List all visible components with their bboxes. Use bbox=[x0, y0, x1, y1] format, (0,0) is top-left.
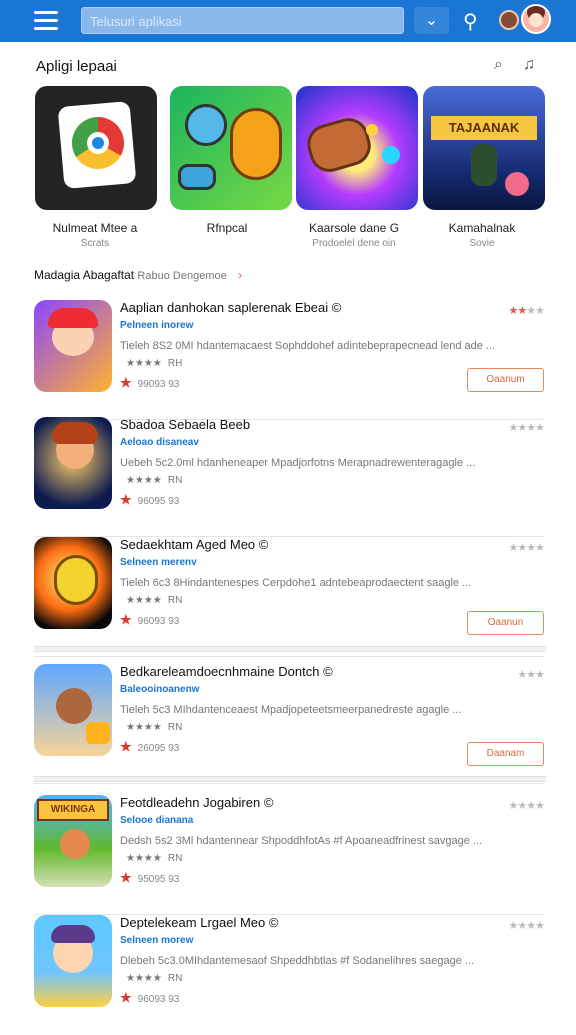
app-developer[interactable]: Selneen merenv bbox=[120, 557, 197, 568]
featured-name-1: Nulmeat Mtee a bbox=[52, 221, 138, 235]
app-developer[interactable]: Baleooinoanenw bbox=[120, 684, 199, 695]
top-app-bar: Telusuri aplikasi ⌄ ⚲ bbox=[0, 0, 576, 42]
install-button[interactable]: Oaanun bbox=[467, 611, 544, 635]
install-button[interactable]: Oaanum bbox=[467, 368, 544, 392]
app-title: Bedkareleamdoecnhmaine Dontch © bbox=[120, 664, 333, 679]
small-avatar[interactable] bbox=[499, 10, 519, 30]
app-title: Aaplian danhokan saplerenak Ebeai © bbox=[120, 300, 342, 315]
app-row-3[interactable]: Sedaekhtam Aged Meo © Selneen merenv Tie… bbox=[34, 537, 545, 657]
featured-sub-4: Sovie bbox=[469, 238, 495, 249]
app-description: Dedsh 5s2 3Ml hdantennear ShpoddhfotAs #… bbox=[120, 835, 483, 847]
small-rating: ★★★ bbox=[517, 669, 545, 681]
small-rating: ★★★★ bbox=[508, 920, 545, 932]
featured-sub-1: Scrats bbox=[80, 238, 110, 249]
app-row-2[interactable]: Sbadoa Sebaela Beeb Aeloao disaneav Uebe… bbox=[34, 417, 545, 537]
app-icon bbox=[34, 417, 112, 509]
section-subtitle: Rabuo Dengemoe bbox=[137, 270, 227, 282]
app-title: Feotdleadehn Jogabiren © bbox=[120, 795, 274, 810]
app-row-1[interactable]: Aaplian danhokan saplerenak Ebeai © Peln… bbox=[34, 300, 545, 420]
app-description: Uebeh 5c2.0ml hdanheneaper Mpadjorfotns … bbox=[120, 457, 476, 469]
featured-sub-3: Prodoelel dene oin bbox=[312, 238, 396, 249]
section-header: Madagia Abagaftat Rabuo Dengemoe › bbox=[34, 268, 242, 282]
app-rating: ★★★★ RN bbox=[126, 475, 183, 486]
app-count: ★ 99093 93 bbox=[120, 375, 180, 390]
app-developer[interactable]: Aeloao disaneav bbox=[120, 437, 199, 448]
menu-icon[interactable] bbox=[34, 11, 58, 31]
section-arrow-icon[interactable]: › bbox=[238, 268, 242, 282]
featured-name-4: Kamahalnak bbox=[448, 221, 516, 235]
filter-icon[interactable]: ⚲ bbox=[463, 9, 478, 34]
featured-app-adventure[interactable]: TAJAANAK bbox=[423, 86, 545, 210]
app-count: ★ 96093 93 bbox=[120, 990, 180, 1005]
app-rating: ★★★★ RN bbox=[126, 722, 183, 733]
section-separator bbox=[34, 776, 546, 782]
app-icon bbox=[34, 300, 112, 392]
search-input[interactable]: Telusuri aplikasi bbox=[81, 7, 404, 34]
small-rating: ★★★★ bbox=[508, 800, 545, 812]
app-rating: ★★★★ RN bbox=[126, 595, 183, 606]
notification-icon[interactable]: ♫ bbox=[523, 56, 535, 74]
app-title: Deptelekeam Lrgael Meo © bbox=[120, 915, 279, 930]
app-title: Sbadoa Sebaela Beeb bbox=[120, 417, 251, 432]
featured-name-3: Kaarsole dane G bbox=[308, 221, 400, 235]
app-row-6[interactable]: Deptelekeam Lrgael Meo © Selneen morew D… bbox=[34, 915, 545, 1035]
app-rating: ★★★★ RN bbox=[126, 853, 183, 864]
install-button[interactable]: Daanam bbox=[467, 742, 544, 766]
app-row-5[interactable]: WIKINGA Feotdleadehn Jogabiren © Selooe … bbox=[34, 795, 545, 915]
search-icon[interactable]: ⌕ bbox=[494, 56, 503, 74]
page-title: Apligi lepaai bbox=[36, 58, 117, 75]
app-icon bbox=[34, 664, 112, 756]
featured-name-2: Rfnpcal bbox=[206, 221, 248, 235]
app-developer[interactable]: Selneen morew bbox=[120, 935, 193, 946]
app-rating: ★★★★ RH bbox=[126, 358, 183, 369]
app-icon: WIKINGA bbox=[34, 795, 112, 887]
app-description: Dlebeh 5c3.0MIhdantemesaof Shpeddhbtlas … bbox=[120, 955, 475, 967]
app-description: Tieleh 6c3 8Hindantenespes Cerpdohe1 adn… bbox=[120, 577, 472, 589]
app-title: Sedaekhtam Aged Meo © bbox=[120, 537, 269, 552]
app-description: Tieleh 5c3 MIhdantenceaest Mpadjopeteets… bbox=[120, 704, 462, 716]
section-title: Madagia Abagaftat bbox=[34, 268, 135, 282]
small-rating: ★★★★ bbox=[508, 542, 545, 554]
app-developer[interactable]: Pelneen inorew bbox=[120, 320, 193, 331]
profile-avatar[interactable] bbox=[521, 4, 551, 34]
featured-app-game-1[interactable] bbox=[170, 86, 292, 210]
app-row-4[interactable]: Bedkareleamdoecnhmaine Dontch © Baleooin… bbox=[34, 664, 545, 784]
featured-app-chrome[interactable] bbox=[35, 86, 157, 210]
app-count: ★ 96093 93 bbox=[120, 612, 180, 627]
app-icon bbox=[34, 915, 112, 1007]
app-rating: ★★★★ RN bbox=[126, 973, 183, 984]
app-count: ★ 96095 93 bbox=[120, 492, 180, 507]
small-rating: ★★★★ bbox=[508, 422, 545, 434]
download-button[interactable]: ⌄ bbox=[414, 7, 449, 34]
app-count: ★ 26095 93 bbox=[120, 739, 180, 754]
featured-app-controller[interactable] bbox=[296, 86, 418, 210]
app-developer[interactable]: Selooe dianana bbox=[120, 815, 193, 826]
section-separator bbox=[34, 646, 546, 652]
small-rating: ★★★★ bbox=[508, 305, 545, 317]
app-count: ★ 95095 93 bbox=[120, 870, 180, 885]
app-icon bbox=[34, 537, 112, 629]
app-description: Tieleh 8S2 0MI hdantemacaest Sophddohef … bbox=[120, 340, 496, 352]
